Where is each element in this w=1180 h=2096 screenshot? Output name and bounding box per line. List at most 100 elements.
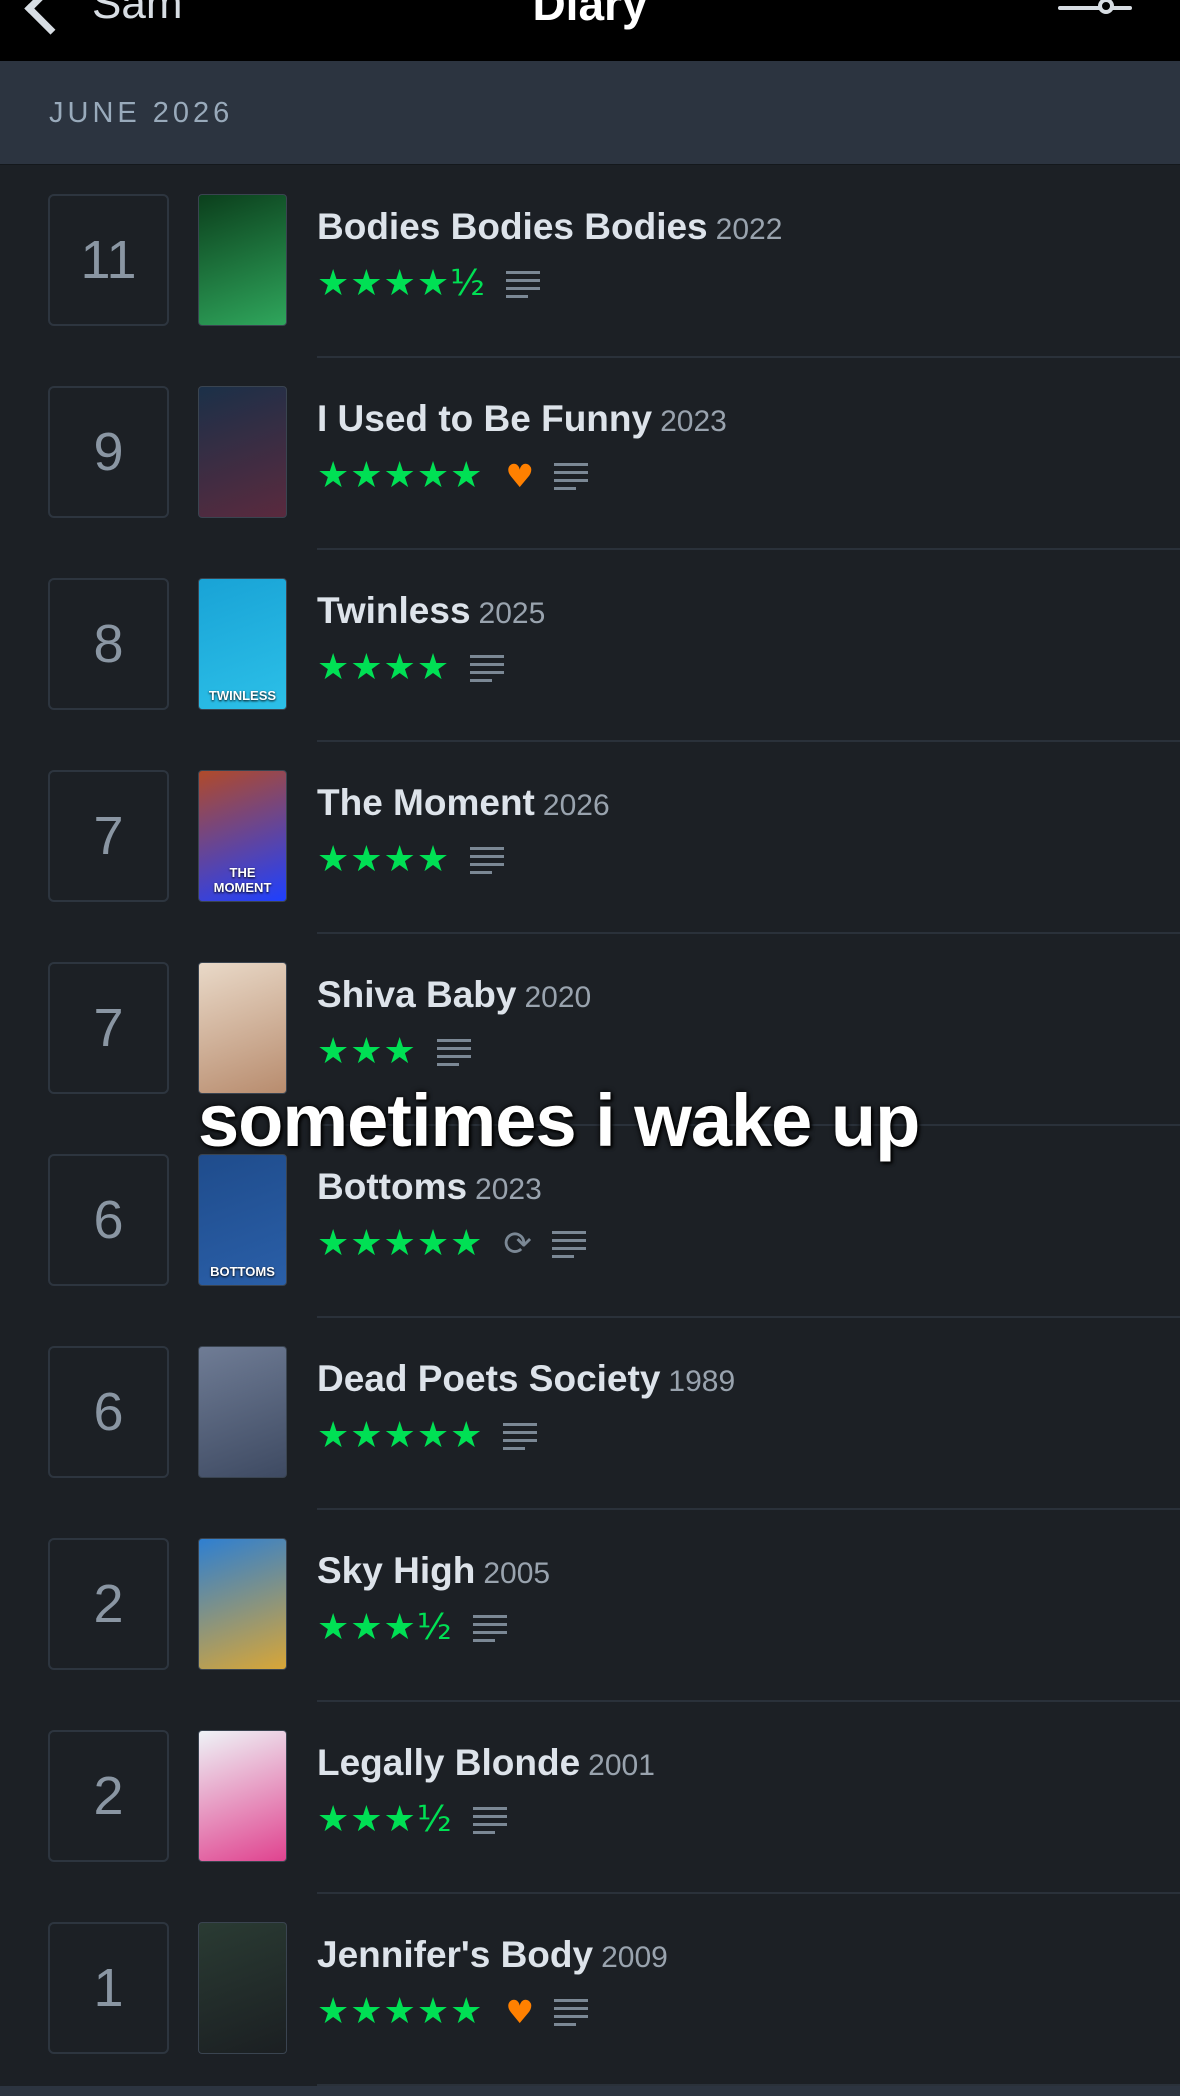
entry-meta: ★★★½ (317, 1608, 507, 1648)
day-badge[interactable]: 7 (48, 770, 169, 902)
film-year: 2009 (601, 1941, 668, 1974)
star-rating: ★★★★★ (317, 1415, 484, 1456)
diary-entry-row[interactable]: 11 Bodies Bodies Bodies 2022 ★★★★½ (0, 166, 1180, 358)
entry-meta: ★★★★½ (317, 264, 540, 304)
diary-entry-row[interactable]: 1 Jennifer's Body 2009 ★★★★★ ♥ (0, 1894, 1180, 2086)
filter-icon[interactable] (1058, 0, 1132, 22)
day-badge[interactable]: 1 (48, 1922, 169, 2054)
film-title-line[interactable]: Shiva Baby 2020 (317, 974, 591, 1016)
star-rating: ★★★★ (317, 839, 451, 880)
star-rating: ★★★★★ (317, 1223, 484, 1264)
film-poster[interactable] (198, 194, 287, 326)
entry-meta: ★★★ (317, 1032, 471, 1072)
review-icon (554, 463, 589, 490)
film-title: Shiva Baby (317, 974, 517, 1015)
top-nav-bar: Sam Diary (0, 0, 1180, 61)
star-rating: ★★★ (317, 1031, 417, 1072)
film-title: Legally Blonde (317, 1742, 581, 1783)
entry-meta: ★★★★ (317, 839, 505, 880)
film-year: 2023 (660, 405, 727, 438)
rewatch-icon: ⟳ (503, 1224, 532, 1264)
film-poster[interactable] (198, 1922, 287, 2054)
review-icon (506, 271, 540, 298)
film-title-line[interactable]: Twinless 2025 (317, 590, 545, 632)
film-title: Dead Poets Society (317, 1358, 661, 1399)
diary-entry-row[interactable]: 6 Dead Poets Society 1989 ★★★★★ (0, 1318, 1180, 1510)
poster-title-text: BOTTOMS (210, 1264, 275, 1279)
review-icon (470, 847, 505, 874)
diary-entry-row[interactable]: 2 Legally Blonde 2001 ★★★½ (0, 1702, 1180, 1894)
entry-meta: ★★★★★ ♥ (317, 455, 589, 496)
film-title: Twinless (317, 590, 471, 631)
entry-meta: ★★★★★ ♥ (317, 1992, 589, 2032)
film-title: I Used to Be Funny (317, 398, 653, 439)
page-title: Diary (532, 0, 648, 30)
star-rating: ★★★½ (317, 1799, 453, 1840)
film-year: 2001 (588, 1749, 655, 1782)
diary-entry-row[interactable]: 9 I Used to Be Funny 2023 ★★★★★ ♥ (0, 358, 1180, 550)
day-badge[interactable]: 8 (48, 578, 169, 710)
film-poster[interactable] (198, 962, 287, 1094)
review-icon (470, 655, 505, 682)
review-icon (472, 1615, 507, 1642)
video-caption: sometimes i wake up (198, 1079, 920, 1162)
film-title-line[interactable]: I Used to Be Funny 2023 (317, 398, 727, 440)
film-title-line[interactable]: The Moment 2026 (317, 782, 610, 824)
entry-meta: ★★★★★ ⟳ (317, 1224, 586, 1264)
film-year: 1989 (668, 1365, 736, 1398)
film-year: 2022 (715, 213, 783, 246)
entry-meta: ★★★★ (317, 647, 505, 688)
review-icon (503, 1423, 538, 1450)
bottom-edge (0, 2086, 1180, 2096)
film-poster[interactable]: TWINLESS (198, 578, 287, 710)
heart-icon: ♥ (505, 1993, 535, 2031)
film-year: 2005 (483, 1557, 551, 1590)
heart-icon: ♥ (505, 457, 535, 495)
day-badge[interactable]: 2 (48, 1538, 169, 1670)
film-year: 2020 (524, 981, 592, 1014)
film-poster[interactable]: THE MOMENT (198, 770, 287, 902)
star-rating: ★★★★ (317, 647, 451, 688)
review-icon (436, 1039, 471, 1066)
diary-entry-row[interactable]: 8 TWINLESS Twinless 2025 ★★★★ (0, 550, 1180, 742)
film-title: Bottoms (317, 1166, 468, 1207)
poster-title-text: TWINLESS (208, 688, 277, 703)
film-title-line[interactable]: Dead Poets Society 1989 (317, 1358, 735, 1400)
film-poster[interactable] (198, 1730, 287, 1862)
film-poster[interactable] (198, 1538, 287, 1670)
film-year: 2026 (542, 789, 610, 822)
film-title-line[interactable]: Bodies Bodies Bodies 2022 (317, 206, 782, 248)
diary-entry-row[interactable]: 7 THE MOMENT The Moment 2026 ★★★★ (0, 742, 1180, 934)
star-rating: ★★★★½ (317, 263, 486, 304)
film-title: Sky High (317, 1550, 476, 1591)
month-section-header: JUNE 2026 (0, 61, 1180, 165)
poster-title-text: THE MOMENT (213, 865, 272, 895)
film-title-line[interactable]: Legally Blonde 2001 (317, 1742, 655, 1784)
day-badge[interactable]: 6 (48, 1154, 169, 1286)
film-year: 2025 (478, 597, 546, 630)
star-rating: ★★★★★ (317, 455, 484, 496)
star-rating: ★★★½ (317, 1607, 453, 1648)
day-badge[interactable]: 7 (48, 962, 169, 1094)
day-badge[interactable]: 6 (48, 1346, 169, 1478)
review-icon (472, 1807, 507, 1834)
diary-entry-row[interactable]: 2 Sky High 2005 ★★★½ (0, 1510, 1180, 1702)
review-icon (554, 1999, 589, 2026)
film-title: Jennifer's Body (317, 1934, 594, 1975)
entry-meta: ★★★★★ (317, 1415, 538, 1456)
day-badge[interactable]: 9 (48, 386, 169, 518)
film-title-line[interactable]: Bottoms 2023 (317, 1166, 542, 1208)
day-badge[interactable]: 11 (48, 194, 169, 326)
day-badge[interactable]: 2 (48, 1730, 169, 1862)
film-title: Bodies Bodies Bodies (317, 206, 708, 247)
film-poster[interactable] (198, 1346, 287, 1478)
film-title-line[interactable]: Sky High 2005 (317, 1550, 550, 1592)
month-label: JUNE 2026 (49, 97, 234, 129)
film-poster[interactable] (198, 386, 287, 518)
review-icon (551, 1231, 586, 1258)
film-year: 2023 (475, 1173, 542, 1206)
entry-meta: ★★★½ (317, 1800, 507, 1840)
film-title: The Moment (317, 782, 535, 823)
film-poster[interactable]: BOTTOMS (198, 1154, 287, 1286)
film-title-line[interactable]: Jennifer's Body 2009 (317, 1934, 668, 1976)
